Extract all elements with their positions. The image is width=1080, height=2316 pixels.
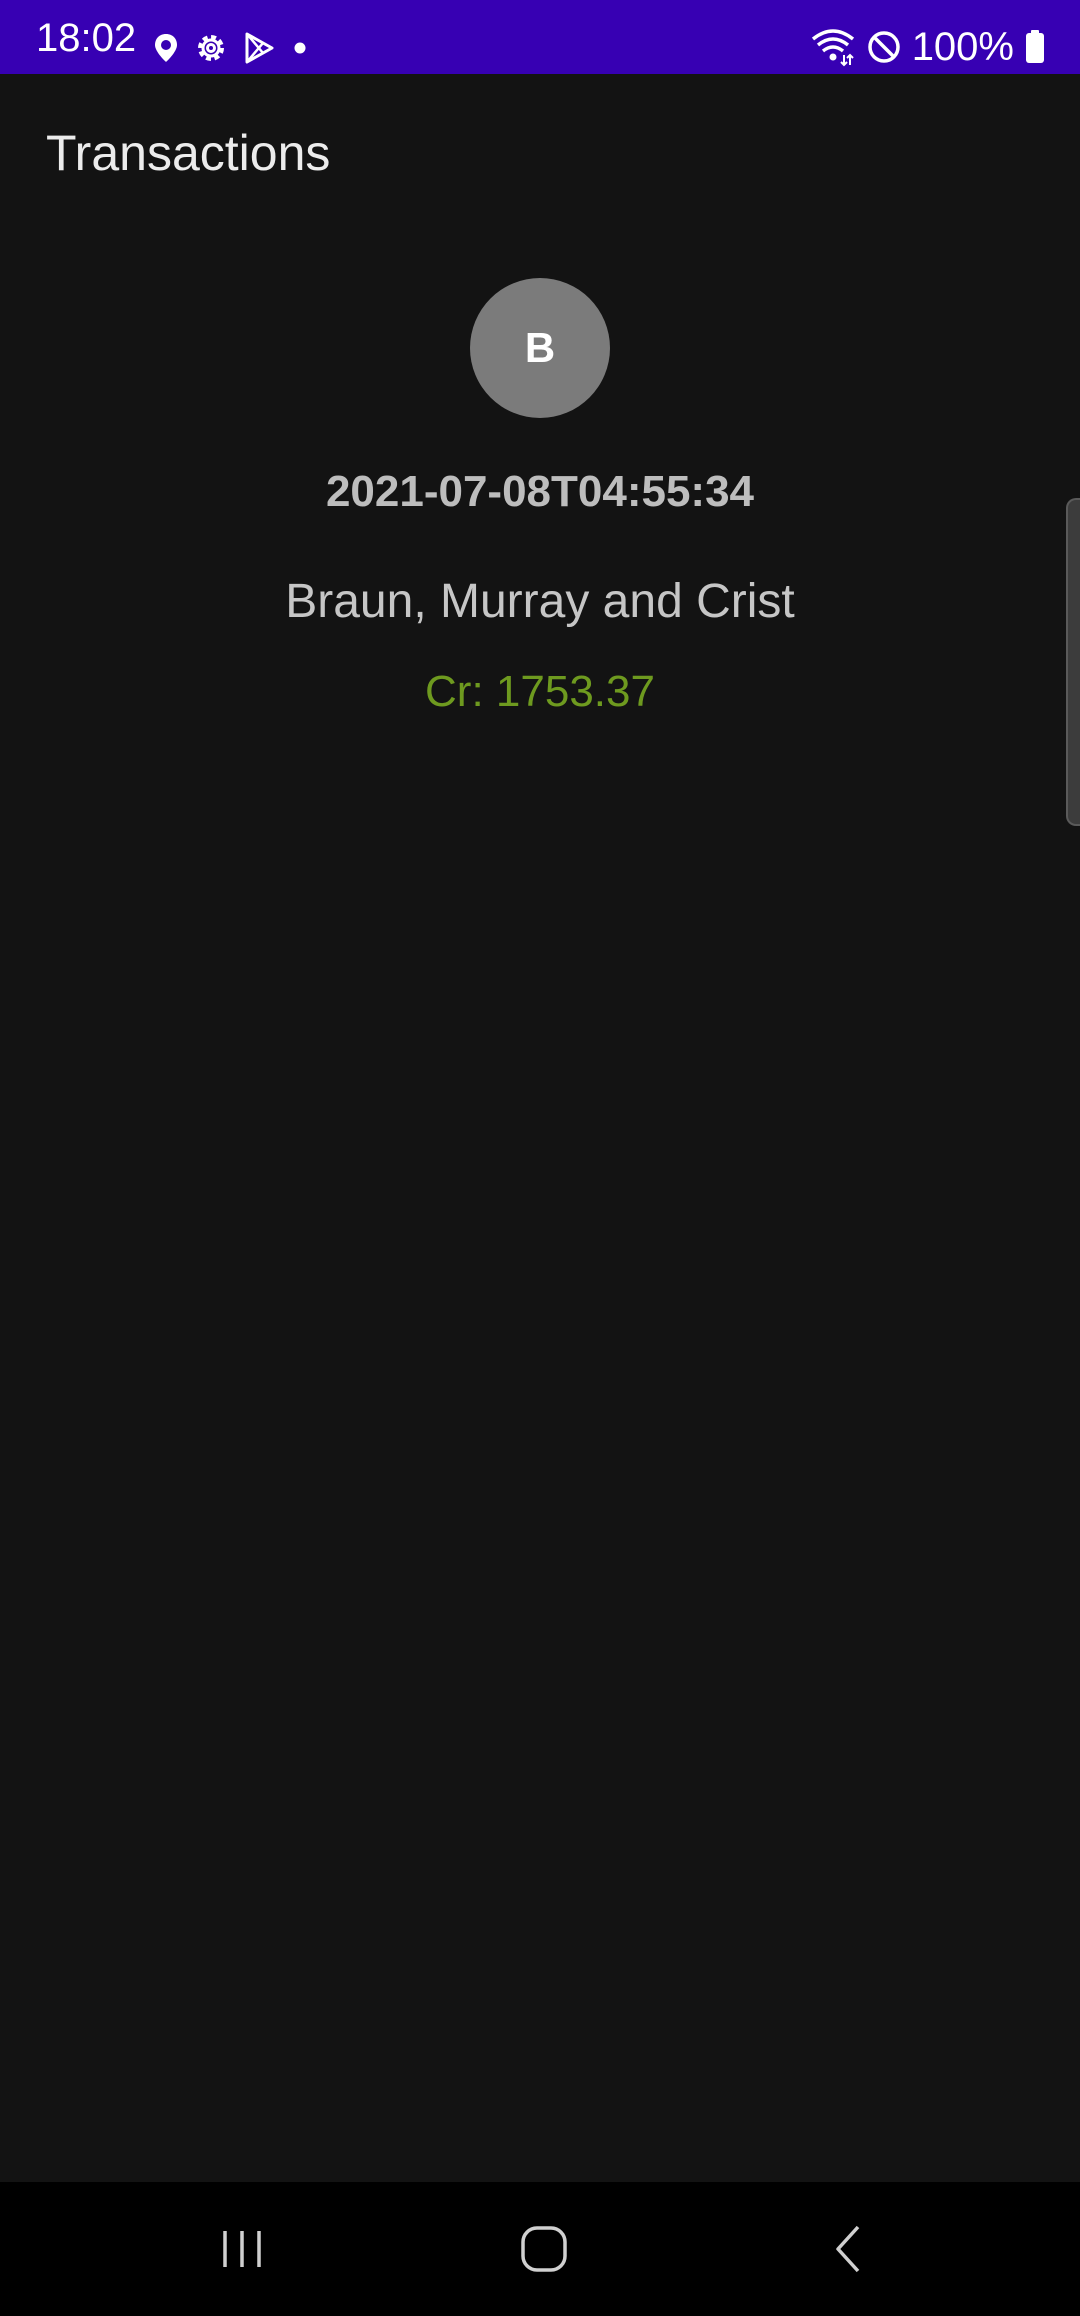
- transaction-amount: Cr: 1753.37: [425, 667, 655, 716]
- dot-icon: [290, 38, 310, 58]
- home-button[interactable]: [504, 2212, 584, 2286]
- status-icons-left: [152, 28, 310, 68]
- avatar: B: [470, 278, 610, 418]
- settings-icon: [194, 31, 228, 65]
- screen: 18:02 100% Transactions B 2021-07-08T04:…: [0, 0, 1080, 2316]
- location-icon: [152, 32, 180, 64]
- back-icon: [836, 2225, 860, 2273]
- back-button[interactable]: [808, 2212, 888, 2286]
- home-icon: [521, 2226, 567, 2272]
- battery-icon: [1024, 29, 1046, 65]
- transaction-name: Braun, Murray and Crist: [285, 575, 795, 628]
- recents-icon: [223, 2231, 261, 2267]
- recents-button[interactable]: [202, 2212, 282, 2286]
- status-icons-right: 100%: [810, 22, 1046, 72]
- transaction-datetime: 2021-07-08T04:55:34: [325, 467, 755, 516]
- battery-percentage: 100%: [911, 25, 1014, 69]
- scrollbar-handle[interactable]: [1066, 498, 1080, 826]
- page-title: Transactions: [46, 125, 331, 181]
- wifi-icon: [810, 27, 856, 67]
- do-not-disturb-icon: [866, 29, 902, 65]
- navigation-bar: [0, 2182, 1080, 2316]
- play-store-icon: [242, 31, 276, 65]
- status-time: 18:02: [36, 16, 137, 60]
- status-bar: 18:02 100%: [0, 0, 1080, 74]
